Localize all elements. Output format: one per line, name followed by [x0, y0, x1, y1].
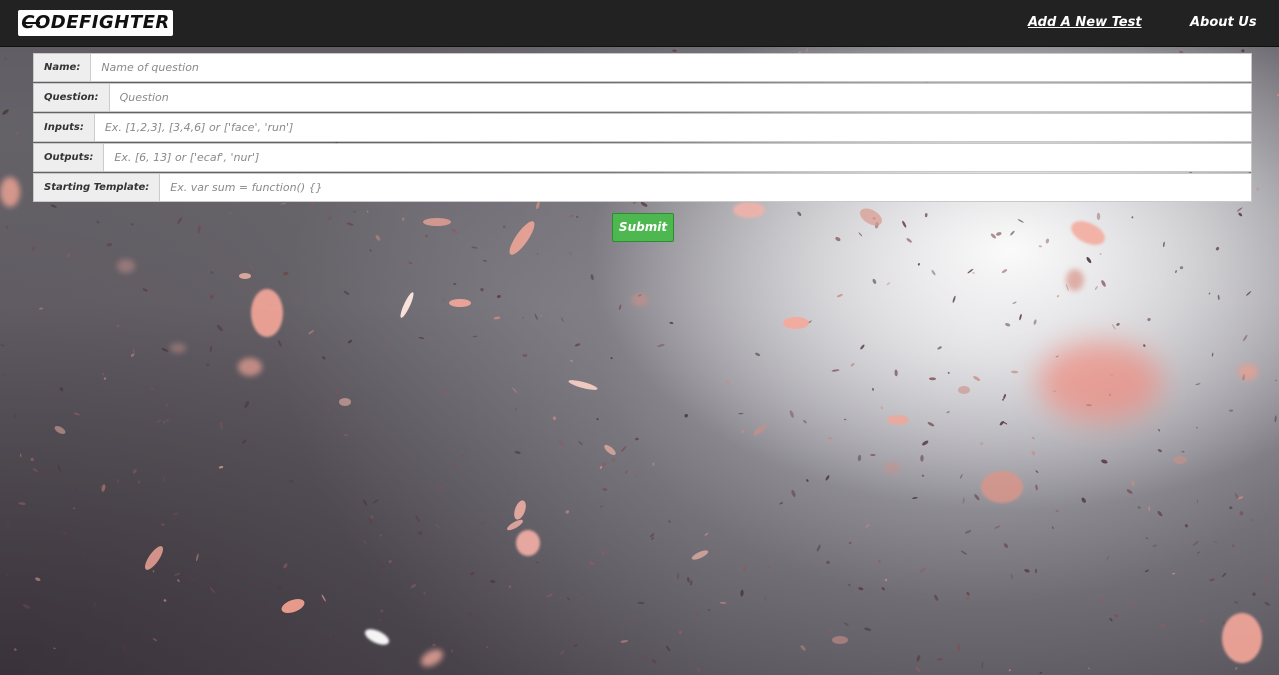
name-input[interactable] — [91, 54, 1251, 81]
outputs-input[interactable] — [104, 144, 1251, 171]
question-input[interactable] — [109, 84, 1251, 111]
question-field-label: Question: — [34, 84, 110, 111]
inputs-field-group: Inputs: — [33, 113, 1252, 142]
starting-template-input[interactable] — [160, 174, 1251, 201]
starting-template-field-label: Starting Template: — [34, 174, 161, 201]
brand-strike-mark — [22, 22, 40, 24]
name-field-group: Name: — [33, 53, 1252, 82]
brand-text: CODEFIGHTER — [21, 12, 170, 33]
new-test-form: Name: Question: Inputs: Outputs: Startin… — [33, 53, 1252, 203]
inputs-input[interactable] — [94, 114, 1251, 141]
name-field-label: Name: — [34, 54, 92, 81]
brand-logo[interactable]: CODEFIGHTER — [18, 10, 173, 36]
outputs-field-label: Outputs: — [34, 144, 105, 171]
outputs-field-group: Outputs: — [33, 143, 1252, 172]
question-field-group: Question: — [33, 83, 1252, 112]
submit-button[interactable]: Submit — [612, 213, 674, 242]
nav-add-test-link[interactable]: Add A New Test — [1028, 14, 1142, 32]
starting-template-field-group: Starting Template: — [33, 173, 1252, 202]
nav-about-us-link[interactable]: About Us — [1190, 14, 1257, 32]
inputs-field-label: Inputs: — [34, 114, 95, 141]
top-navbar: CODEFIGHTER Add A New Test About Us — [0, 0, 1279, 47]
